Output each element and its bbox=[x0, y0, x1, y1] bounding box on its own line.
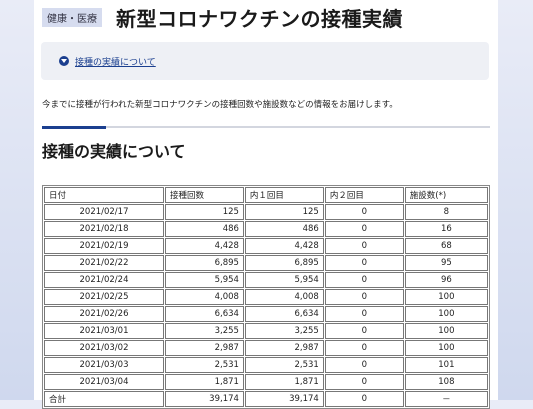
table-row: 2021/03/04 1,871 1,871 0 108 bbox=[44, 374, 488, 390]
page-header: 健康・医療 新型コロナワクチンの接種実績 bbox=[42, 2, 403, 32]
col-header-total: 接種回数 bbox=[165, 187, 244, 203]
cell-second-dose: 0 bbox=[324, 238, 404, 254]
cell-first-dose: 6,895 bbox=[244, 255, 324, 271]
cell-first-dose: 2,531 bbox=[244, 357, 324, 373]
cell-total: 2,531 bbox=[165, 357, 244, 373]
col-header-second-dose: 内２回目 bbox=[324, 187, 404, 203]
chevron-down-circle-icon bbox=[59, 56, 69, 66]
cell-facilities: 108 bbox=[404, 374, 488, 390]
cell-date: 2021/02/24 bbox=[44, 272, 164, 288]
cell-total: 125 bbox=[165, 204, 244, 220]
cell-date: 合計 bbox=[44, 391, 164, 407]
toc-link-vaccination-results[interactable]: 接種の実績について bbox=[75, 55, 156, 68]
col-header-date: 日付 bbox=[44, 187, 164, 203]
table-row: 2021/03/01 3,255 3,255 0 100 bbox=[44, 323, 488, 339]
cell-facilities: 100 bbox=[404, 340, 488, 356]
cell-second-dose: 0 bbox=[324, 391, 404, 407]
cell-total: 4,008 bbox=[165, 289, 244, 305]
cell-facilities: 101 bbox=[404, 357, 488, 373]
table-row: 2021/02/17 125 125 0 8 bbox=[44, 204, 488, 220]
cell-total: 2,987 bbox=[165, 340, 244, 356]
table-body: 2021/02/17 125 125 0 8 2021/02/18 486 486 0 16 202… bbox=[44, 204, 488, 407]
cell-date: 2021/02/25 bbox=[44, 289, 164, 305]
table-row: 2021/03/02 2,987 2,987 0 100 bbox=[44, 340, 488, 356]
cell-second-dose: 0 bbox=[324, 221, 404, 237]
cell-first-dose: 39,174 bbox=[244, 391, 324, 407]
cell-first-dose: 3,255 bbox=[244, 323, 324, 339]
col-header-first-dose: 内１回目 bbox=[244, 187, 324, 203]
table-header-row: 日付 接種回数 内１回目 内２回目 施設数(*) bbox=[44, 187, 488, 203]
table-row: 2021/02/18 486 486 0 16 bbox=[44, 221, 488, 237]
cell-date: 2021/03/01 bbox=[44, 323, 164, 339]
intro-text: 今までに接種が行われた新型コロナワクチンの接種回数や施設数などの情報をお届けしま… bbox=[42, 100, 398, 110]
page-title: 新型コロナワクチンの接種実績 bbox=[116, 6, 403, 31]
cell-first-dose: 486 bbox=[244, 221, 324, 237]
cell-first-dose: 1,871 bbox=[244, 374, 324, 390]
cell-first-dose: 6,634 bbox=[244, 306, 324, 322]
cell-first-dose: 125 bbox=[244, 204, 324, 220]
table-of-contents: 接種の実績について bbox=[41, 42, 489, 80]
cell-total: 5,954 bbox=[165, 272, 244, 288]
cell-date: 2021/02/26 bbox=[44, 306, 164, 322]
table-row: 2021/02/24 5,954 5,954 0 96 bbox=[44, 272, 488, 288]
table-row: 2021/02/22 6,895 6,895 0 95 bbox=[44, 255, 488, 271]
cell-second-dose: 0 bbox=[324, 306, 404, 322]
cell-facilities: 68 bbox=[404, 238, 488, 254]
col-header-facilities: 施設数(*) bbox=[404, 187, 488, 203]
vaccination-table: 日付 接種回数 内１回目 内２回目 施設数(*) 2021/02/17 125 12… bbox=[42, 185, 490, 409]
table-row: 2021/02/25 4,008 4,008 0 100 bbox=[44, 289, 488, 305]
section-heading: 接種の実績について bbox=[42, 142, 186, 161]
category-tag[interactable]: 健康・医療 bbox=[42, 7, 102, 27]
cell-second-dose: 0 bbox=[324, 374, 404, 390]
cell-first-dose: 4,428 bbox=[244, 238, 324, 254]
cell-second-dose: 0 bbox=[324, 204, 404, 220]
cell-first-dose: 2,987 bbox=[244, 340, 324, 356]
cell-facilities: 100 bbox=[404, 289, 488, 305]
cell-second-dose: 0 bbox=[324, 272, 404, 288]
cell-facilities: 16 bbox=[404, 221, 488, 237]
cell-facilities: 100 bbox=[404, 306, 488, 322]
cell-facilities: 8 bbox=[404, 204, 488, 220]
cell-total: 3,255 bbox=[165, 323, 244, 339]
cell-total: 6,634 bbox=[165, 306, 244, 322]
cell-date: 2021/03/03 bbox=[44, 357, 164, 373]
table-row: 2021/02/19 4,428 4,428 0 68 bbox=[44, 238, 488, 254]
table-row: 2021/02/26 6,634 6,634 0 100 bbox=[44, 306, 488, 322]
cell-date: 2021/03/04 bbox=[44, 374, 164, 390]
cell-date: 2021/02/22 bbox=[44, 255, 164, 271]
cell-second-dose: 0 bbox=[324, 255, 404, 271]
section-divider-accent bbox=[42, 126, 106, 129]
cell-facilities: 95 bbox=[404, 255, 488, 271]
page-container: 健康・医療 新型コロナワクチンの接種実績 接種の実績について 今までに接種が行わ… bbox=[34, 0, 498, 409]
section-divider bbox=[42, 126, 490, 128]
cell-second-dose: 0 bbox=[324, 289, 404, 305]
cell-second-dose: 0 bbox=[324, 340, 404, 356]
cell-second-dose: 0 bbox=[324, 323, 404, 339]
cell-total: 4,428 bbox=[165, 238, 244, 254]
cell-total: 39,174 bbox=[165, 391, 244, 407]
cell-first-dose: 4,008 bbox=[244, 289, 324, 305]
table-row: 2021/03/03 2,531 2,531 0 101 bbox=[44, 357, 488, 373]
cell-facilities: － bbox=[404, 391, 488, 407]
cell-date: 2021/02/18 bbox=[44, 221, 164, 237]
cell-date: 2021/02/19 bbox=[44, 238, 164, 254]
cell-total: 6,895 bbox=[165, 255, 244, 271]
cell-total: 1,871 bbox=[165, 374, 244, 390]
cell-facilities: 100 bbox=[404, 323, 488, 339]
cell-facilities: 96 bbox=[404, 272, 488, 288]
cell-first-dose: 5,954 bbox=[244, 272, 324, 288]
table-total-row: 合計 39,174 39,174 0 － bbox=[44, 391, 488, 407]
cell-second-dose: 0 bbox=[324, 357, 404, 373]
cell-date: 2021/03/02 bbox=[44, 340, 164, 356]
cell-date: 2021/02/17 bbox=[44, 204, 164, 220]
cell-total: 486 bbox=[165, 221, 244, 237]
